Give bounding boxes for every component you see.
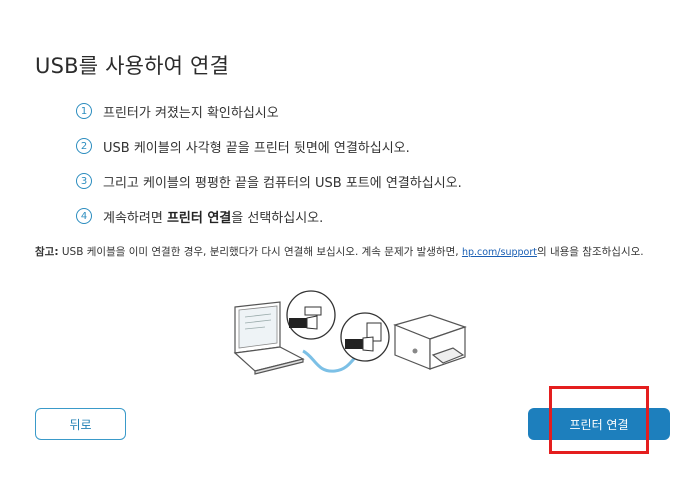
note-text: USB 케이블을 이미 연결한 경우, 분리했다가 다시 연결해 보십시오. 계… xyxy=(58,246,462,258)
note-label: 참고: xyxy=(35,246,59,258)
support-link[interactable]: hp.com/support xyxy=(462,247,537,258)
step-number-badge: 2 xyxy=(76,138,92,154)
printer-icon xyxy=(393,314,467,370)
step-number-badge: 1 xyxy=(76,103,92,119)
printer-port-zoom xyxy=(340,312,390,362)
step-text-after: 을 선택하십시오. xyxy=(231,210,324,226)
connect-printer-button[interactable]: 프린터 연결 xyxy=(528,408,670,440)
step-text: 계속하려면 프린터 연결을 선택하십시오. xyxy=(103,207,323,226)
step-text-bold: 프린터 연결 xyxy=(166,210,232,226)
step-text: USB 케이블의 사각형 끝을 프린터 뒷면에 연결하십시오. xyxy=(103,140,410,156)
step-number-badge: 3 xyxy=(76,173,92,189)
steps-list: 1 프린터가 켜졌는지 확인하십시오 2 USB 케이블의 사각형 끝을 프린터… xyxy=(76,100,462,240)
step-text-before: 계속하려면 xyxy=(103,210,167,226)
laptop-port-zoom xyxy=(286,290,336,340)
back-button[interactable]: 뒤로 xyxy=(35,408,126,440)
usb-connection-illustration xyxy=(233,290,467,375)
step-1: 1 프린터가 켜졌는지 확인하십시오 xyxy=(76,100,462,122)
step-text: 프린터가 켜졌는지 확인하십시오 xyxy=(103,105,279,121)
step-text: 그리고 케이블의 평평한 끝을 컴퓨터의 USB 포트에 연결하십시오. xyxy=(103,175,462,191)
step-2: 2 USB 케이블의 사각형 끝을 프린터 뒷면에 연결하십시오. xyxy=(76,135,462,157)
note-text-after: 의 내용을 참조하십시오. xyxy=(536,246,644,258)
step-4: 4 계속하려면 프린터 연결을 선택하십시오. xyxy=(76,205,462,227)
page-title: USB를 사용하여 연결 xyxy=(35,54,230,78)
step-3: 3 그리고 케이블의 평평한 끝을 컴퓨터의 USB 포트에 연결하십시오. xyxy=(76,170,462,192)
step-number-badge: 4 xyxy=(76,208,92,224)
note-paragraph: 참고: USB 케이블을 이미 연결한 경우, 분리했다가 다시 연결해 보십시… xyxy=(35,243,675,262)
